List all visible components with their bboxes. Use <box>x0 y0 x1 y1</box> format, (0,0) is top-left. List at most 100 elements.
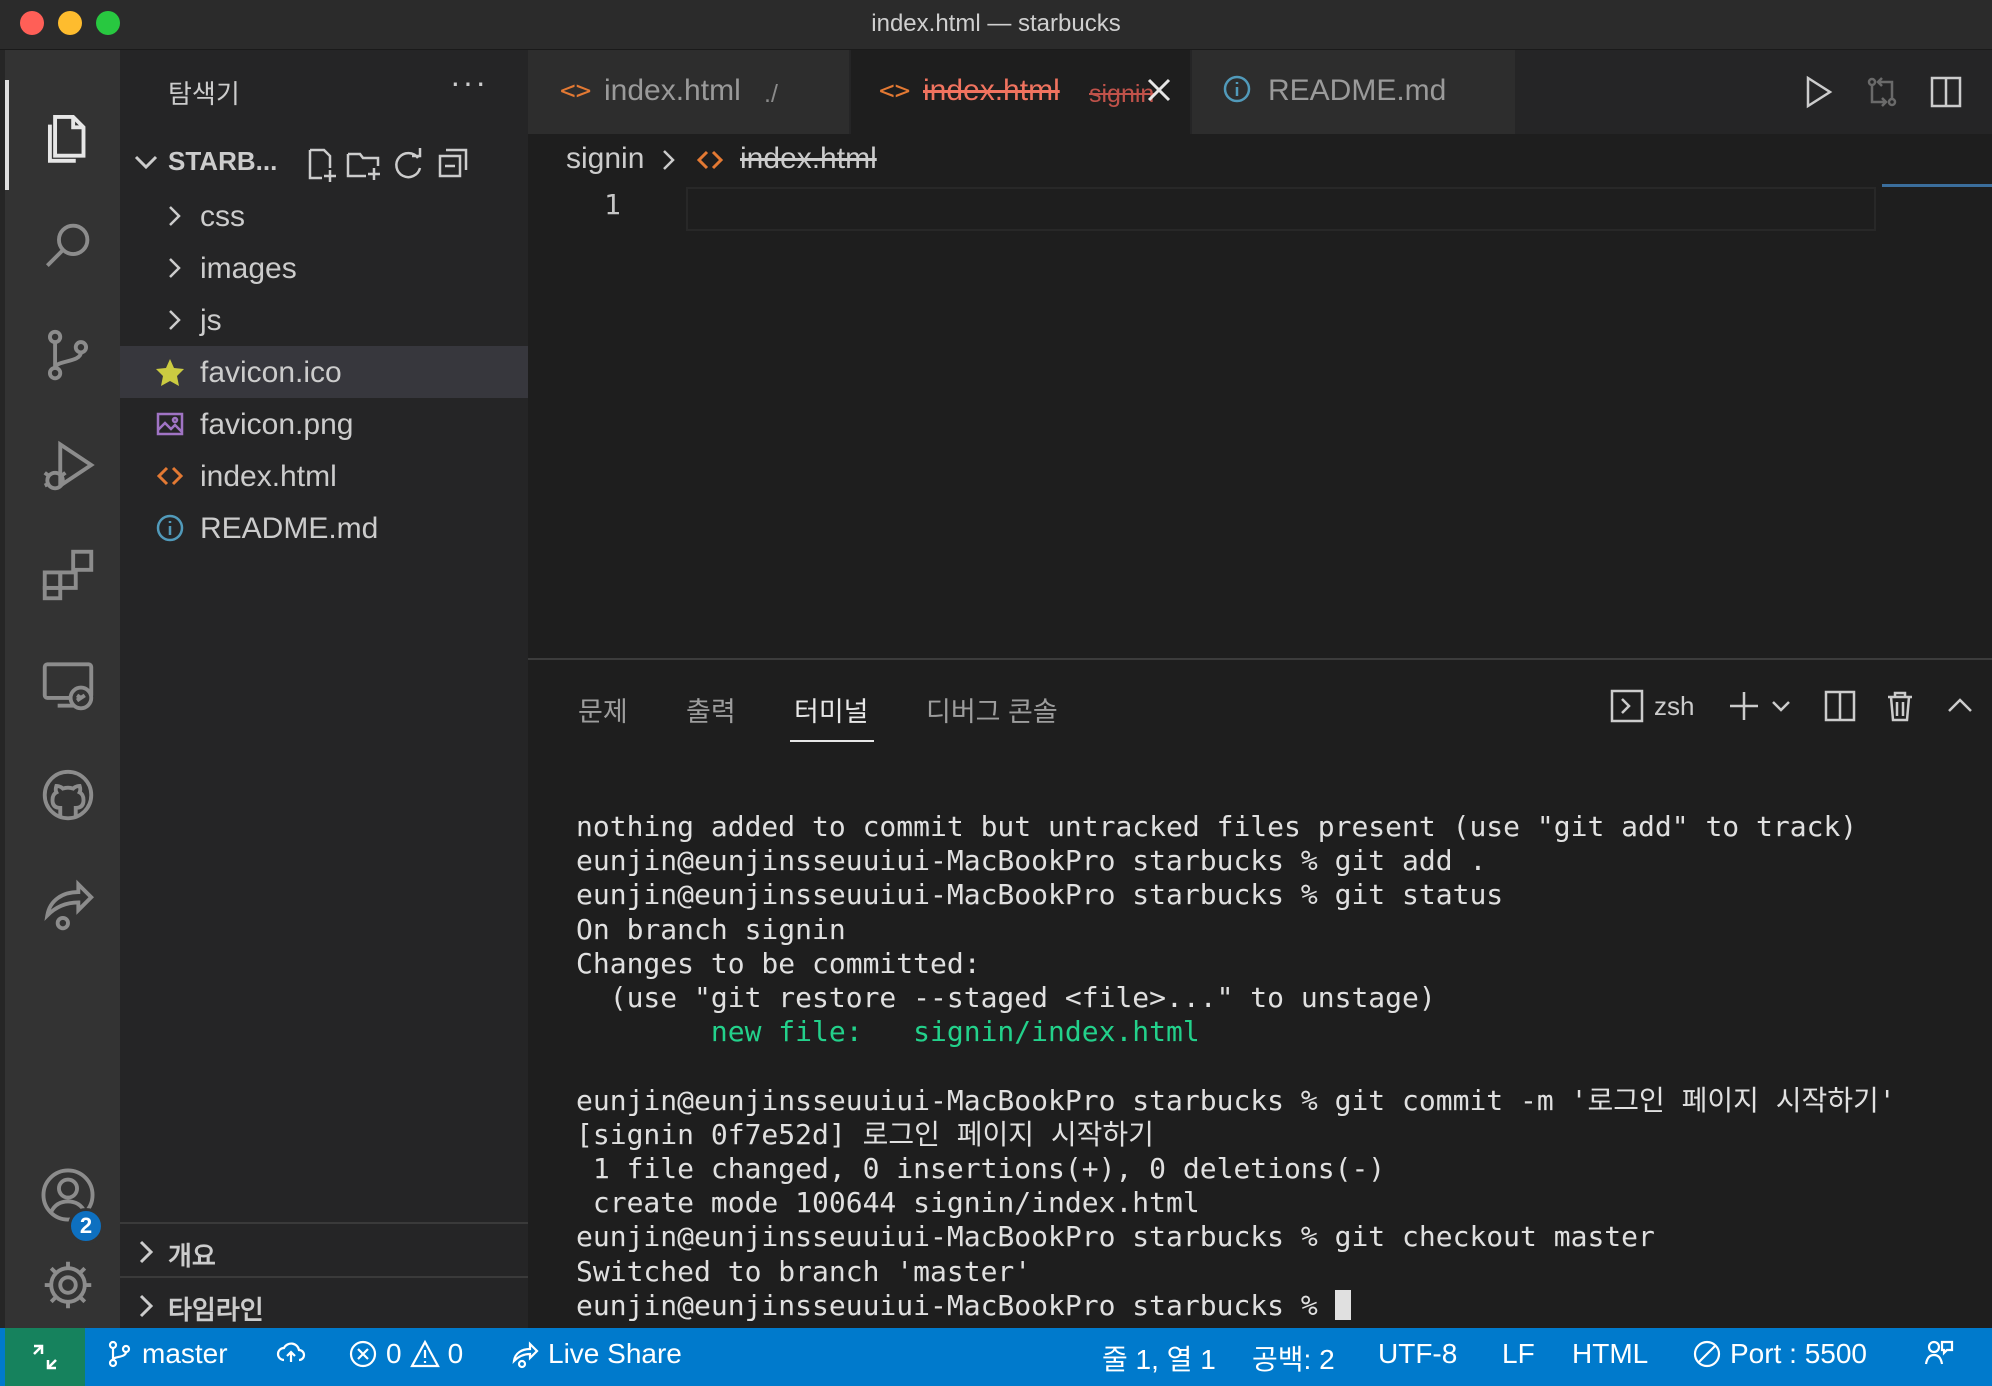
terminal-line: On branch signin <box>576 912 846 946</box>
branch-indicator[interactable]: master <box>104 1338 228 1370</box>
sync-indicator[interactable] <box>276 1338 306 1368</box>
terminal-output[interactable]: nothing added to commit but untracked fi… <box>576 810 1992 1323</box>
more-actions-icon[interactable]: ··· <box>450 64 488 101</box>
close-icon[interactable] <box>1141 72 1177 108</box>
line-number: 1 <box>604 188 621 221</box>
breadcrumb-folder[interactable]: signin <box>566 142 644 176</box>
indentation-text: 공백: 2 <box>1252 1344 1335 1375</box>
trash-icon[interactable] <box>1878 682 1922 730</box>
chevron-down-icon[interactable] <box>1766 682 1796 730</box>
tab-terminal[interactable]: 터미널 <box>794 690 869 729</box>
encoding[interactable]: UTF-8 <box>1378 1338 1457 1370</box>
remote-icon <box>33 1344 57 1370</box>
bottom-panel: 문제 출력 터미널 디버그 콘솔 zsh nothing added to co… <box>528 658 1992 1328</box>
terminal-cursor <box>1334 1289 1351 1320</box>
star-icon <box>154 356 186 388</box>
code-editor[interactable]: 1 <box>528 184 1992 658</box>
run-icon[interactable] <box>1794 68 1842 116</box>
terminal-line: eunjin@eunjinsseuuiui-MacBookPro starbuc… <box>576 844 1487 878</box>
tree-label: favicon.ico <box>200 356 342 389</box>
tree-label: favicon.png <box>200 408 354 441</box>
tab-readme[interactable]: README.md <box>1192 50 1516 134</box>
tree-folder-images[interactable]: images <box>120 242 528 294</box>
folder-name: STARB... <box>168 146 278 176</box>
collapse-all-icon[interactable] <box>432 142 476 186</box>
html-file-icon <box>696 150 724 170</box>
html-file-icon: <> <box>560 76 592 106</box>
gear-icon[interactable] <box>10 1230 125 1340</box>
cursor-position-text: 줄 1, 열 1 <box>1102 1344 1216 1375</box>
timeline-section[interactable]: 타임라인 <box>120 1276 528 1330</box>
tree-file-index-html[interactable]: index.html <box>120 450 528 502</box>
current-line-highlight <box>686 187 1876 231</box>
tab-description: ./ <box>764 80 778 108</box>
cloud-upload-icon <box>276 1342 306 1362</box>
eol-text: LF <box>1502 1338 1535 1369</box>
language-mode[interactable]: HTML <box>1572 1338 1648 1370</box>
chevron-down-icon <box>134 155 158 170</box>
tree-folder-js[interactable]: js <box>120 294 528 346</box>
compare-changes-icon[interactable] <box>1858 68 1906 116</box>
search-icon[interactable] <box>10 190 125 300</box>
tree-folder-css[interactable]: css <box>120 190 528 242</box>
tree-label: js <box>200 304 222 337</box>
new-folder-icon[interactable] <box>342 142 386 186</box>
breadcrumb-file[interactable]: index.html <box>740 142 877 176</box>
maximize-panel-icon[interactable] <box>1938 682 1982 730</box>
tab-problems[interactable]: 문제 <box>578 690 628 729</box>
warning-icon <box>409 1339 440 1368</box>
tab-name: index.html <box>604 74 741 107</box>
git-branch-icon <box>108 1340 131 1368</box>
tree-file-favicon-png[interactable]: favicon.png <box>120 398 528 450</box>
tab-index-html-signin[interactable]: <> index.html signin <box>851 50 1191 134</box>
tree-label: css <box>200 200 245 233</box>
cursor-position[interactable]: 줄 1, 열 1 <box>1102 1338 1216 1378</box>
terminal-line: create mode 100644 signin/index.html <box>576 1186 1200 1220</box>
new-file-icon[interactable] <box>298 142 342 186</box>
indentation[interactable]: 공백: 2 <box>1252 1338 1335 1378</box>
refresh-icon[interactable] <box>386 142 430 186</box>
tree-file-readme[interactable]: README.md <box>120 502 528 554</box>
error-count: 0 <box>386 1338 402 1369</box>
breadcrumb: signin index.html <box>528 134 1992 184</box>
split-terminal-icon[interactable] <box>1818 682 1862 730</box>
tree-label: index.html <box>200 460 337 493</box>
chevron-right-icon <box>169 258 181 278</box>
window-title: index.html — starbucks <box>871 10 1121 37</box>
new-terminal-icon[interactable] <box>1724 682 1764 730</box>
source-control-icon[interactable] <box>10 300 125 410</box>
tab-name: index.html <box>923 74 1060 107</box>
terminal-line: nothing added to commit but untracked fi… <box>576 810 1858 843</box>
terminal-icon <box>1610 689 1644 723</box>
live-server-port[interactable]: Port : 5500 <box>1692 1338 1867 1370</box>
explorer-icon[interactable] <box>10 80 125 190</box>
extensions-icon[interactable] <box>10 520 125 630</box>
github-icon[interactable] <box>10 740 125 850</box>
end-of-line[interactable]: LF <box>1502 1338 1535 1370</box>
port-text: Port : 5500 <box>1730 1338 1867 1369</box>
feedback-button[interactable] <box>1924 1338 1954 1368</box>
tree-file-favicon-ico[interactable]: favicon.ico <box>120 346 528 398</box>
active-tab-underline <box>790 740 874 742</box>
terminal-line: Switched to branch 'master' <box>576 1254 1032 1288</box>
terminal-shell-selector[interactable]: zsh <box>1610 682 1730 730</box>
minimap-slider[interactable] <box>1882 184 1992 187</box>
outline-section[interactable]: 개요 <box>120 1222 528 1276</box>
timeline-label: 타임라인 <box>168 1295 264 1325</box>
live-share-button[interactable]: Live Share <box>510 1338 682 1370</box>
active-indicator <box>5 80 9 190</box>
remote-indicator[interactable] <box>5 1328 85 1386</box>
tab-debug-console[interactable]: 디버그 콘솔 <box>926 690 1058 729</box>
chevron-right-icon <box>663 150 675 170</box>
live-share-label: Live Share <box>548 1338 682 1369</box>
sidebar-title: 탐색기 <box>168 79 240 109</box>
split-editor-icon[interactable] <box>1922 68 1970 116</box>
live-share-icon[interactable] <box>10 850 125 960</box>
tab-output[interactable]: 출력 <box>686 690 736 729</box>
tab-index-html-root[interactable]: <> index.html ./ <box>528 50 850 134</box>
problems-indicator[interactable]: 0 0 <box>348 1338 463 1370</box>
tree-label: images <box>200 252 297 285</box>
remote-explorer-icon[interactable] <box>10 630 125 740</box>
folder-section-header[interactable]: STARB... <box>120 134 528 190</box>
run-debug-icon[interactable] <box>10 410 125 520</box>
